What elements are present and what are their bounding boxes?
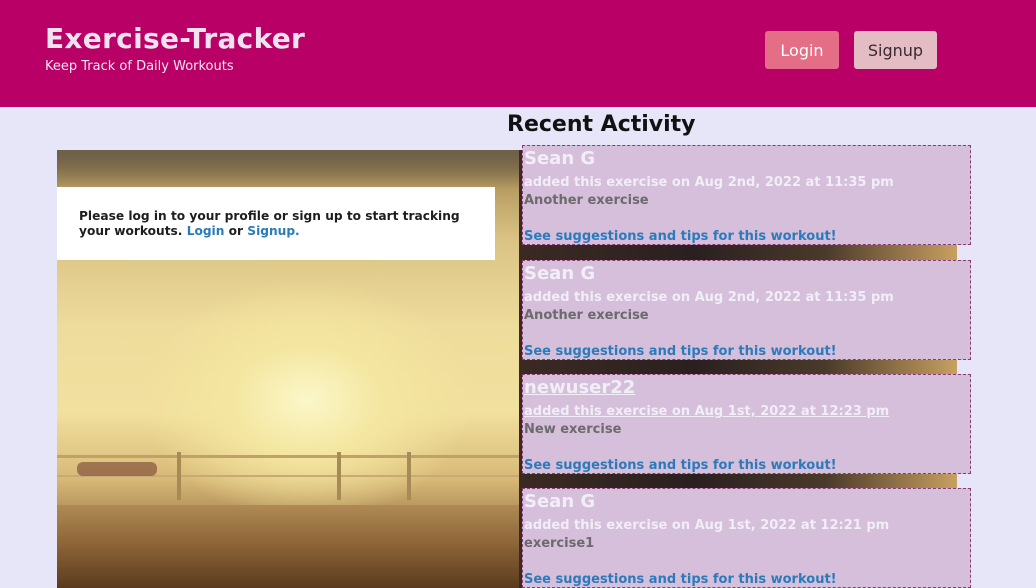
activity-exercise: Another exercise <box>524 193 649 208</box>
activity-user[interactable]: Sean G <box>524 491 595 512</box>
railing <box>57 455 525 458</box>
site-header: Exercise-Tracker Keep Track of Daily Wor… <box>0 0 1036 107</box>
or-text: or <box>228 224 244 238</box>
login-link[interactable]: Login <box>187 224 225 238</box>
railing-post <box>337 452 341 500</box>
activity-card: Sean G added this exercise on Aug 2nd, 2… <box>522 260 971 360</box>
activity-user[interactable]: Sean G <box>524 263 595 284</box>
activity-card: newuser22 added this exercise on Aug 1st… <box>522 374 971 474</box>
activity-tips-link[interactable]: See suggestions and tips for this workou… <box>524 572 837 587</box>
activity-user[interactable]: Sean G <box>524 148 595 169</box>
railing-post <box>407 452 411 500</box>
activity-tips-link[interactable]: See suggestions and tips for this workou… <box>524 344 837 359</box>
activity-meta: added this exercise on Aug 1st, 2022 at … <box>524 518 890 533</box>
login-prompt-text: Please log in to your profile or sign up… <box>79 209 479 239</box>
login-button[interactable]: Login <box>765 31 839 69</box>
activity-meta: added this exercise on Aug 2nd, 2022 at … <box>524 175 894 190</box>
activity-card: Sean G added this exercise on Aug 1st, 2… <box>522 488 971 588</box>
activity-meta[interactable]: added this exercise on Aug 1st, 2022 at … <box>524 404 889 419</box>
activity-exercise: Another exercise <box>524 308 649 323</box>
activity-card: Sean G added this exercise on Aug 2nd, 2… <box>522 145 971 245</box>
activity-tips-link[interactable]: See suggestions and tips for this workou… <box>524 229 837 244</box>
login-prompt-box: Please log in to your profile or sign up… <box>57 187 495 260</box>
activity-exercise: exercise1 <box>524 536 595 551</box>
clouds <box>57 150 525 190</box>
signup-button[interactable]: Signup <box>854 31 937 69</box>
railing-post <box>177 452 181 500</box>
site-subtitle: Keep Track of Daily Workouts <box>45 59 234 74</box>
recent-activity-heading: Recent Activity <box>507 112 696 137</box>
activity-tips-link[interactable]: See suggestions and tips for this workou… <box>524 458 837 473</box>
site-title[interactable]: Exercise-Tracker <box>45 22 305 55</box>
signup-link[interactable]: Signup. <box>247 224 299 238</box>
activity-meta: added this exercise on Aug 2nd, 2022 at … <box>524 290 894 305</box>
activity-user[interactable]: newuser22 <box>524 377 635 398</box>
cobblestone-ground <box>57 505 525 588</box>
activity-exercise: New exercise <box>524 422 622 437</box>
distant-people <box>77 462 157 476</box>
